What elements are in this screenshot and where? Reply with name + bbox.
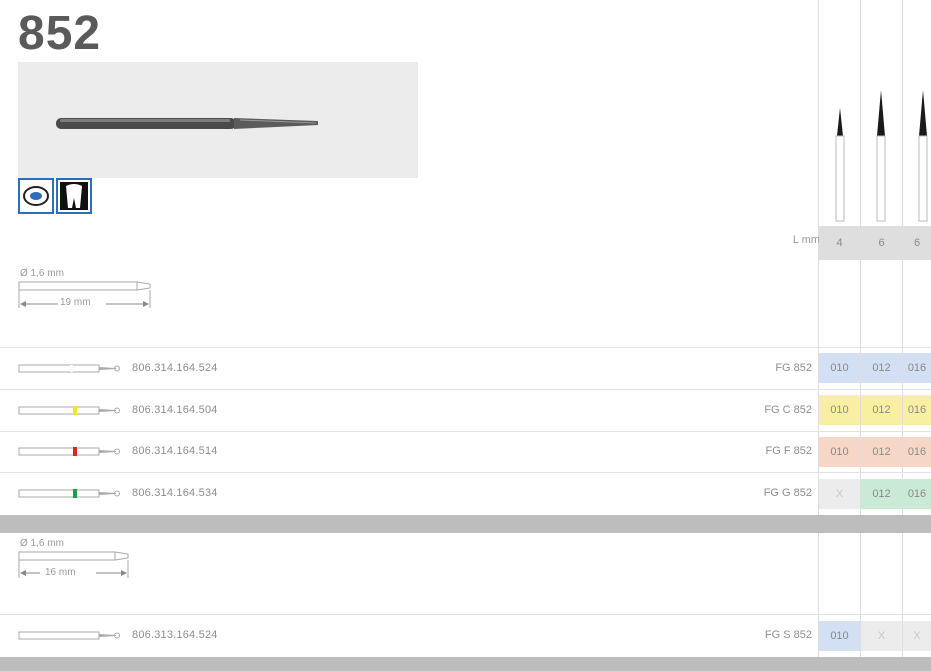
column-divider — [818, 0, 819, 671]
size-cell[interactable]: 012 — [861, 479, 902, 509]
table-row[interactable]: 806.313.164.524 FG S 852 010 X X — [0, 615, 931, 657]
size-cell[interactable]: 012 — [861, 395, 902, 425]
bur-schematic — [18, 406, 120, 415]
indication-icons — [18, 178, 92, 216]
bur-schematic — [18, 631, 120, 640]
length-value: 6 — [861, 226, 902, 260]
size-cell-unavailable: X — [903, 621, 931, 651]
product-code: FG S 852 — [764, 629, 812, 641]
product-number: 852 — [18, 7, 102, 60]
bur-image — [56, 118, 318, 129]
table-row[interactable]: 806.314.164.524 FG 852 010 012 016 — [0, 348, 931, 389]
dimension-drawing — [18, 551, 129, 578]
tooth-icon — [56, 178, 92, 214]
bur-profile-2 — [876, 90, 886, 222]
bur-schematic — [18, 489, 120, 498]
dimension-drawing — [18, 281, 151, 308]
product-code: FG F 852 — [765, 445, 812, 457]
bur-schematic — [18, 447, 120, 456]
product-code: FG C 852 — [764, 404, 812, 416]
order-number: 806.314.164.524 — [132, 362, 218, 374]
order-number: 806.314.164.514 — [132, 445, 218, 457]
bur-profile-3 — [918, 90, 928, 222]
size-cell[interactable]: 010 — [819, 437, 860, 467]
order-number: 806.313.164.524 — [132, 629, 218, 641]
size-cell[interactable]: 010 — [819, 353, 860, 383]
grit-color-band — [73, 447, 77, 456]
size-cell-unavailable: X — [819, 479, 860, 509]
order-number: 806.314.164.534 — [132, 487, 218, 499]
bur-profiles — [835, 90, 928, 222]
size-cell[interactable]: 016 — [903, 479, 931, 509]
size-cell-unavailable: X — [861, 621, 902, 651]
table-row[interactable]: 806.314.164.514 FG F 852 010 012 016 — [0, 432, 931, 472]
section-separator — [0, 657, 931, 671]
length-dimension: 19 mm — [60, 297, 91, 308]
order-number: 806.314.164.504 — [132, 404, 218, 416]
table-row[interactable]: 806.314.164.504 FG C 852 010 012 016 — [0, 390, 931, 431]
product-code: FG G 852 — [763, 487, 812, 499]
size-cell[interactable]: 012 — [861, 437, 902, 467]
size-cell[interactable]: 016 — [903, 437, 931, 467]
bur-profile-1 — [835, 108, 845, 222]
grit-color-band — [70, 365, 73, 372]
grit-color-band — [73, 489, 77, 498]
length-value: 4 — [819, 226, 860, 260]
length-dimension: 16 mm — [45, 567, 76, 578]
section-separator — [0, 515, 931, 533]
mouth-icon — [18, 178, 54, 214]
length-label: L mm — [792, 234, 820, 246]
size-cell[interactable]: 012 — [861, 353, 902, 383]
size-cell[interactable]: 010 — [819, 621, 860, 651]
grit-color-band — [73, 406, 77, 415]
table-row[interactable]: 806.314.164.534 FG G 852 X 012 016 — [0, 473, 931, 515]
length-value: 6 — [903, 226, 931, 260]
size-cell[interactable]: 010 — [819, 395, 860, 425]
product-code: FG 852 — [775, 362, 812, 374]
product-photo — [18, 62, 418, 178]
size-cell[interactable]: 016 — [903, 395, 931, 425]
bur-schematic — [18, 364, 120, 373]
size-cell[interactable]: 016 — [903, 353, 931, 383]
